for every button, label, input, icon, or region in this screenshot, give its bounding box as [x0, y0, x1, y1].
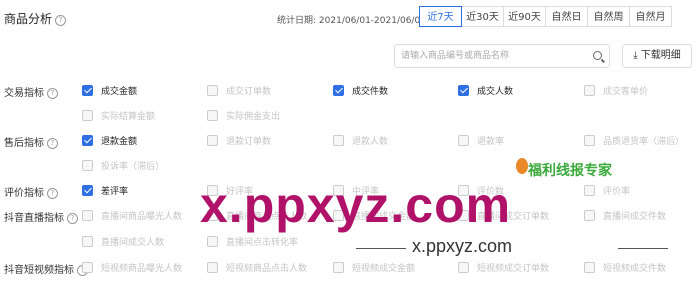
checkbox-live-ctr[interactable]: 直播间点击转化率: [207, 235, 298, 248]
tab-natural-week[interactable]: 自然周: [587, 6, 630, 27]
search-icon[interactable]: [593, 51, 602, 60]
checkbox-video-exposure[interactable]: 短视频商品曝光人数: [82, 261, 182, 274]
checkbox-trade-pieces[interactable]: 成交件数: [333, 84, 388, 97]
watermark-brand: 福利线报专家: [528, 163, 612, 179]
period-tabs: 近7天 近30天 近90天 自然日 自然周 自然月: [419, 6, 672, 27]
checkbox-icon[interactable]: [584, 85, 595, 96]
checkbox-refund-amount[interactable]: 退款金额: [82, 134, 137, 147]
date-range: 统计日期: 2021/06/01-2021/06/07: [277, 13, 426, 26]
download-button[interactable]: ⤓ 下载明细: [622, 44, 692, 68]
checkbox-quality-return[interactable]: 品质退货率（滞后）: [584, 134, 684, 147]
download-icon: ⤓: [633, 50, 638, 61]
checkbox-bad-review[interactable]: 差评率: [82, 184, 128, 197]
checkbox-refund-orders[interactable]: 退款订单数: [207, 134, 271, 147]
checkbox-refund-users[interactable]: 退款人数: [333, 134, 388, 147]
help-icon[interactable]: ?: [47, 188, 58, 199]
row-label-trade: 交易指标?: [4, 84, 58, 99]
checkbox-icon[interactable]: [458, 262, 469, 273]
page-title: 商品分析?: [4, 10, 67, 27]
help-icon[interactable]: ?: [47, 88, 58, 99]
checkbox-icon[interactable]: [82, 236, 93, 247]
download-label: 下载明细: [640, 50, 681, 61]
row-label-video: 抖音短视频指标?: [4, 261, 88, 276]
watermark-main: x.ppxyz.com: [200, 177, 512, 233]
brand-leaf-icon: [516, 158, 528, 174]
checkbox-icon[interactable]: [82, 262, 93, 273]
checkbox-checked-icon[interactable]: [458, 85, 469, 96]
checkbox-icon[interactable]: [207, 110, 218, 121]
checkbox-icon[interactable]: [584, 262, 595, 273]
help-icon[interactable]: ?: [67, 213, 78, 224]
page-title-text: 商品分析: [4, 12, 53, 26]
checkbox-icon[interactable]: [82, 160, 93, 171]
checkbox-checked-icon[interactable]: [82, 135, 93, 146]
checkbox-icon[interactable]: [584, 135, 595, 146]
date-range-value: 2021/06/01-2021/06/07: [318, 16, 426, 26]
checkbox-icon[interactable]: [207, 135, 218, 146]
checkbox-commission[interactable]: 实际佣金支出: [207, 109, 280, 122]
tab-natural-day[interactable]: 自然日: [545, 6, 588, 27]
checkbox-icon[interactable]: [584, 185, 595, 196]
date-range-label: 统计日期:: [277, 16, 317, 26]
checkbox-video-click[interactable]: 短视频商品点击人数: [207, 261, 307, 274]
checkbox-trade-orders[interactable]: 成交订单数: [207, 84, 271, 97]
tab-30days[interactable]: 近30天: [461, 6, 504, 27]
checkbox-icon[interactable]: [333, 262, 344, 273]
checkbox-icon[interactable]: [584, 210, 595, 221]
tab-90days[interactable]: 近90天: [503, 6, 546, 27]
checkbox-live-exposure[interactable]: 直播间商品曝光人数: [82, 209, 182, 222]
help-icon[interactable]: ?: [47, 138, 58, 149]
checkbox-refund-rate[interactable]: 退款率: [458, 134, 504, 147]
checkbox-icon[interactable]: [82, 210, 93, 221]
search-input[interactable]: 请输入商品编号或商品名称: [394, 44, 610, 68]
row-label-review: 评价指标?: [4, 184, 58, 199]
checkbox-live-pieces[interactable]: 直播间成交件数: [584, 209, 666, 222]
checkbox-trade-avg-price[interactable]: 成交客单价: [584, 84, 648, 97]
checkbox-icon[interactable]: [333, 135, 344, 146]
search-placeholder: 请输入商品编号或商品名称: [401, 51, 510, 61]
tab-natural-month[interactable]: 自然月: [629, 6, 672, 27]
row-label-aftersale: 售后指标?: [4, 134, 58, 149]
checkbox-video-orders[interactable]: 短视频成交订单数: [458, 261, 549, 274]
checkbox-icon[interactable]: [82, 110, 93, 121]
checkbox-live-buyers[interactable]: 直播间成交人数: [82, 235, 164, 248]
checkbox-icon[interactable]: [458, 135, 469, 146]
watermark-line-right: [618, 248, 668, 249]
checkbox-video-gmv[interactable]: 短视频成交金额: [333, 261, 415, 274]
tab-7days[interactable]: 近7天: [419, 6, 462, 27]
help-icon[interactable]: ?: [55, 15, 67, 26]
checkbox-checked-icon[interactable]: [82, 85, 93, 96]
checkbox-icon[interactable]: [207, 262, 218, 273]
checkbox-review-rate[interactable]: 评价率: [584, 184, 630, 197]
checkbox-trade-amount[interactable]: 成交金额: [82, 84, 137, 97]
checkbox-complaint-rate[interactable]: 投诉率（滞后）: [82, 159, 164, 172]
watermark-sub: x.ppxyz.com: [412, 236, 513, 256]
checkbox-trade-buyers[interactable]: 成交人数: [458, 84, 513, 97]
checkbox-icon[interactable]: [207, 85, 218, 96]
checkbox-settle-amount[interactable]: 实际结算金额: [82, 109, 155, 122]
checkbox-checked-icon[interactable]: [333, 85, 344, 96]
checkbox-icon[interactable]: [207, 236, 218, 247]
watermark-line-left: [356, 248, 406, 249]
row-label-live: 抖音直播指标?: [4, 209, 78, 224]
checkbox-video-pieces[interactable]: 短视频成交件数: [584, 261, 666, 274]
checkbox-checked-icon[interactable]: [82, 185, 93, 196]
